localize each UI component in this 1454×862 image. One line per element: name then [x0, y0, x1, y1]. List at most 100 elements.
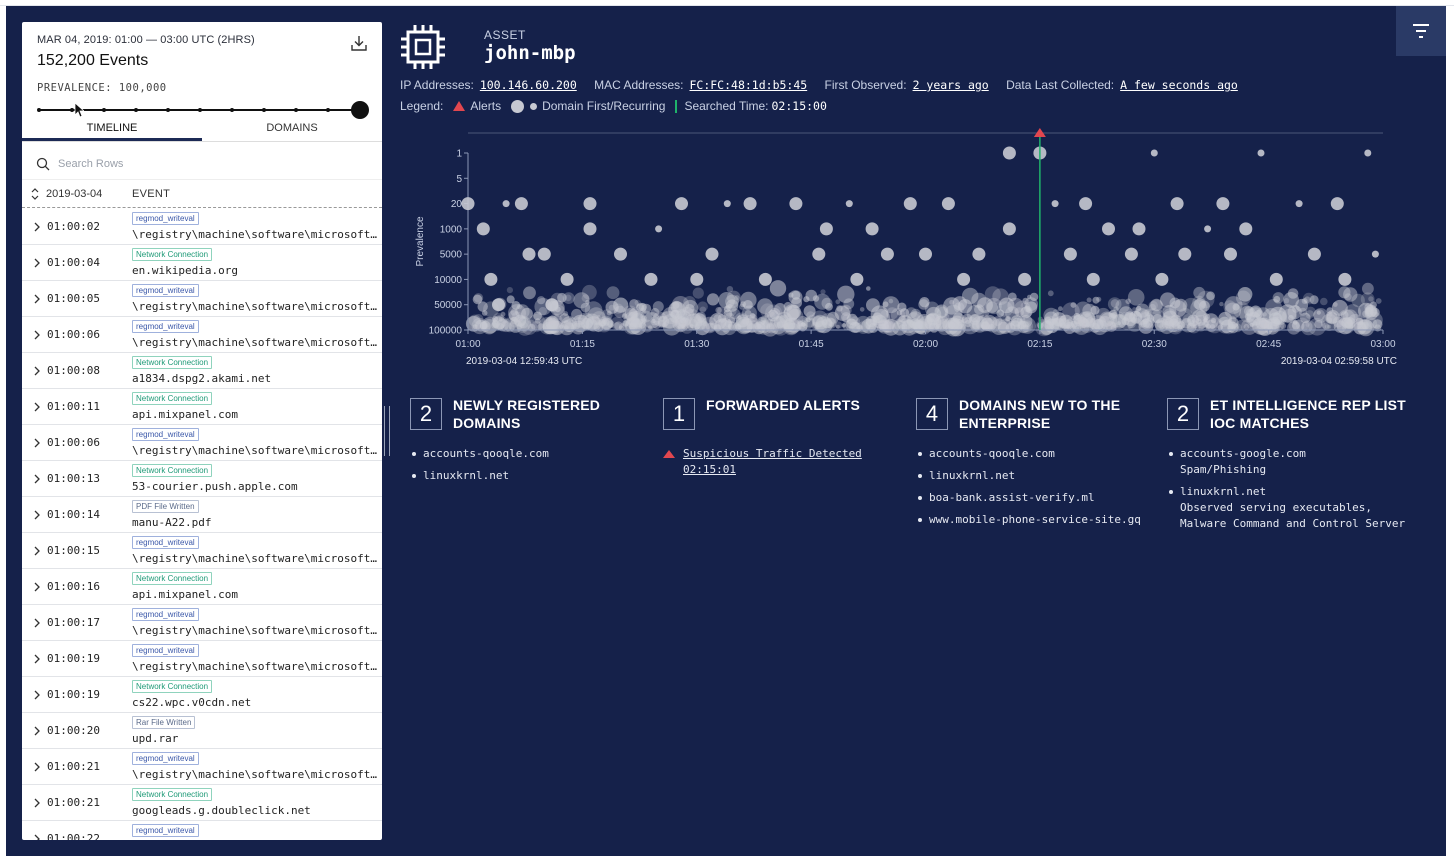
table-row[interactable]: 01:00:14 PDF File Written manu-A22.pdf — [22, 497, 382, 533]
chevron-right-icon[interactable] — [33, 546, 41, 556]
chevron-right-icon[interactable] — [33, 438, 41, 448]
domain-point[interactable] — [560, 272, 574, 286]
column-date[interactable]: 2019-03-04 — [46, 188, 102, 200]
domain-point[interactable] — [845, 200, 853, 208]
mac-address-link[interactable]: FC:FC:48:1d:b5:45 — [689, 78, 807, 92]
domain-point[interactable] — [957, 272, 971, 286]
table-row[interactable]: 01:00:05 regmod_writeval \registry\machine… — [22, 281, 382, 317]
table-row[interactable]: 01:00:21 regmod_writeval \registry\machine… — [22, 749, 382, 785]
domain-point[interactable] — [1150, 149, 1158, 157]
domain-point[interactable] — [1124, 247, 1138, 261]
chevron-right-icon[interactable] — [33, 366, 41, 376]
table-row[interactable]: 01:00:19 Network Connection cs22.wpc.v0cdn… — [22, 677, 382, 713]
domain-point[interactable] — [1063, 247, 1077, 261]
table-row[interactable]: 01:00:19 regmod_writeval \registry\machine… — [22, 641, 382, 677]
domain-point[interactable] — [723, 200, 731, 208]
domain-point[interactable] — [880, 247, 894, 261]
domain-point[interactable] — [1155, 272, 1169, 286]
table-row[interactable]: 01:00:06 regmod_writeval \registry\machine… — [22, 317, 382, 353]
alert-link[interactable]: Suspicious Traffic Detected 02:15:01 — [663, 446, 903, 478]
domain-point[interactable] — [1338, 272, 1352, 286]
chevron-right-icon[interactable] — [33, 330, 41, 340]
sort-icon[interactable] — [30, 186, 40, 202]
domain-point[interactable] — [1086, 272, 1100, 286]
domain-point[interactable] — [865, 222, 879, 236]
domain-point[interactable] — [1002, 146, 1016, 160]
domain-point[interactable] — [675, 197, 688, 211]
chevron-right-icon[interactable] — [33, 618, 41, 628]
domain-point[interactable] — [1079, 197, 1093, 211]
table-row[interactable]: 01:00:16 Network Connection api.mixpanel.c… — [22, 569, 382, 605]
search-input[interactable] — [58, 154, 358, 174]
chevron-right-icon[interactable] — [33, 510, 41, 520]
chevron-right-icon[interactable] — [33, 402, 41, 412]
domain-point[interactable] — [614, 247, 627, 261]
table-row[interactable]: 01:00:08 Network Connection a1834.dspg2.ak… — [22, 353, 382, 389]
tab-timeline[interactable]: TIMELINE — [22, 118, 202, 141]
table-row[interactable]: 01:00:04 Network Connection en.wikipedia.o… — [22, 245, 382, 281]
table-row[interactable]: 01:00:22regmod_writeval\registry\machine… — [22, 821, 382, 840]
table-row[interactable]: 01:00:11 Network Connection api.mixpanel.c… — [22, 389, 382, 425]
panel-resize-handle[interactable] — [384, 406, 390, 456]
chevron-right-icon[interactable] — [33, 834, 41, 840]
domain-point[interactable] — [819, 222, 833, 236]
domain-point[interactable] — [583, 197, 597, 211]
domain-point[interactable] — [644, 272, 658, 286]
domain-point[interactable] — [522, 247, 536, 261]
domain-point[interactable] — [1102, 222, 1115, 236]
domain-point[interactable] — [1170, 197, 1184, 211]
domain-point[interactable] — [972, 247, 986, 261]
chevron-right-icon[interactable] — [33, 726, 41, 736]
domain-point[interactable] — [1216, 197, 1230, 211]
domain-point[interactable] — [1239, 222, 1253, 236]
table-row[interactable]: 01:00:06 regmod_writeval \registry\machine… — [22, 425, 382, 461]
domain-point[interactable] — [1364, 149, 1372, 157]
domain-point[interactable] — [1224, 247, 1237, 261]
domain-point[interactable] — [903, 197, 917, 211]
chevron-right-icon[interactable] — [33, 690, 41, 700]
chevron-right-icon[interactable] — [33, 582, 41, 592]
domain-point[interactable] — [1178, 247, 1192, 261]
domain-point[interactable] — [1307, 247, 1321, 261]
chevron-right-icon[interactable] — [33, 222, 41, 232]
domain-point[interactable] — [789, 197, 803, 211]
domain-point[interactable] — [1371, 250, 1379, 258]
domain-point[interactable] — [1257, 149, 1265, 157]
domain-point[interactable] — [502, 200, 510, 208]
domain-point[interactable] — [743, 197, 757, 211]
domain-point[interactable] — [655, 225, 663, 233]
slider-knob[interactable] — [351, 101, 369, 119]
table-row[interactable]: 01:00:17 regmod_writeval \registry\machine… — [22, 605, 382, 641]
filter-button[interactable] — [1396, 6, 1446, 56]
tab-domains[interactable]: DOMAINS — [202, 118, 382, 141]
domain-point[interactable] — [1051, 200, 1059, 208]
domain-point[interactable] — [537, 247, 551, 261]
domain-point[interactable] — [1295, 200, 1303, 208]
domain-point[interactable] — [1132, 222, 1146, 236]
domain-point[interactable] — [705, 247, 719, 261]
domain-point[interactable] — [1204, 225, 1212, 233]
table-row[interactable]: 01:00:21 Network Connection googleads.g.do… — [22, 785, 382, 821]
chevron-right-icon[interactable] — [33, 258, 41, 268]
download-icon[interactable] — [350, 34, 368, 52]
domain-point[interactable] — [492, 298, 505, 312]
domain-point[interactable] — [484, 272, 498, 286]
table-row[interactable]: 01:00:20 Rar File Written upd.rar — [22, 713, 382, 749]
domain-point[interactable] — [461, 197, 475, 211]
domain-point[interactable] — [476, 222, 490, 236]
ip-address-link[interactable]: 100.146.60.200 — [480, 78, 577, 92]
chevron-right-icon[interactable] — [33, 654, 41, 664]
domain-point[interactable] — [1269, 272, 1283, 286]
chevron-right-icon[interactable] — [33, 474, 41, 484]
domain-point[interactable] — [545, 298, 559, 312]
domain-point[interactable] — [1018, 272, 1032, 286]
domain-point[interactable] — [919, 247, 932, 261]
first-observed-link[interactable]: 2 years ago — [913, 78, 989, 92]
chevron-right-icon[interactable] — [33, 798, 41, 808]
table-row[interactable]: 01:00:02 regmod_writeval \registry\machine… — [22, 209, 382, 245]
chevron-right-icon[interactable] — [33, 294, 41, 304]
last-collected-link[interactable]: A few seconds ago — [1120, 78, 1238, 92]
chevron-right-icon[interactable] — [33, 762, 41, 772]
domain-point[interactable] — [1330, 197, 1344, 211]
prevalence-slider[interactable] — [37, 101, 369, 119]
